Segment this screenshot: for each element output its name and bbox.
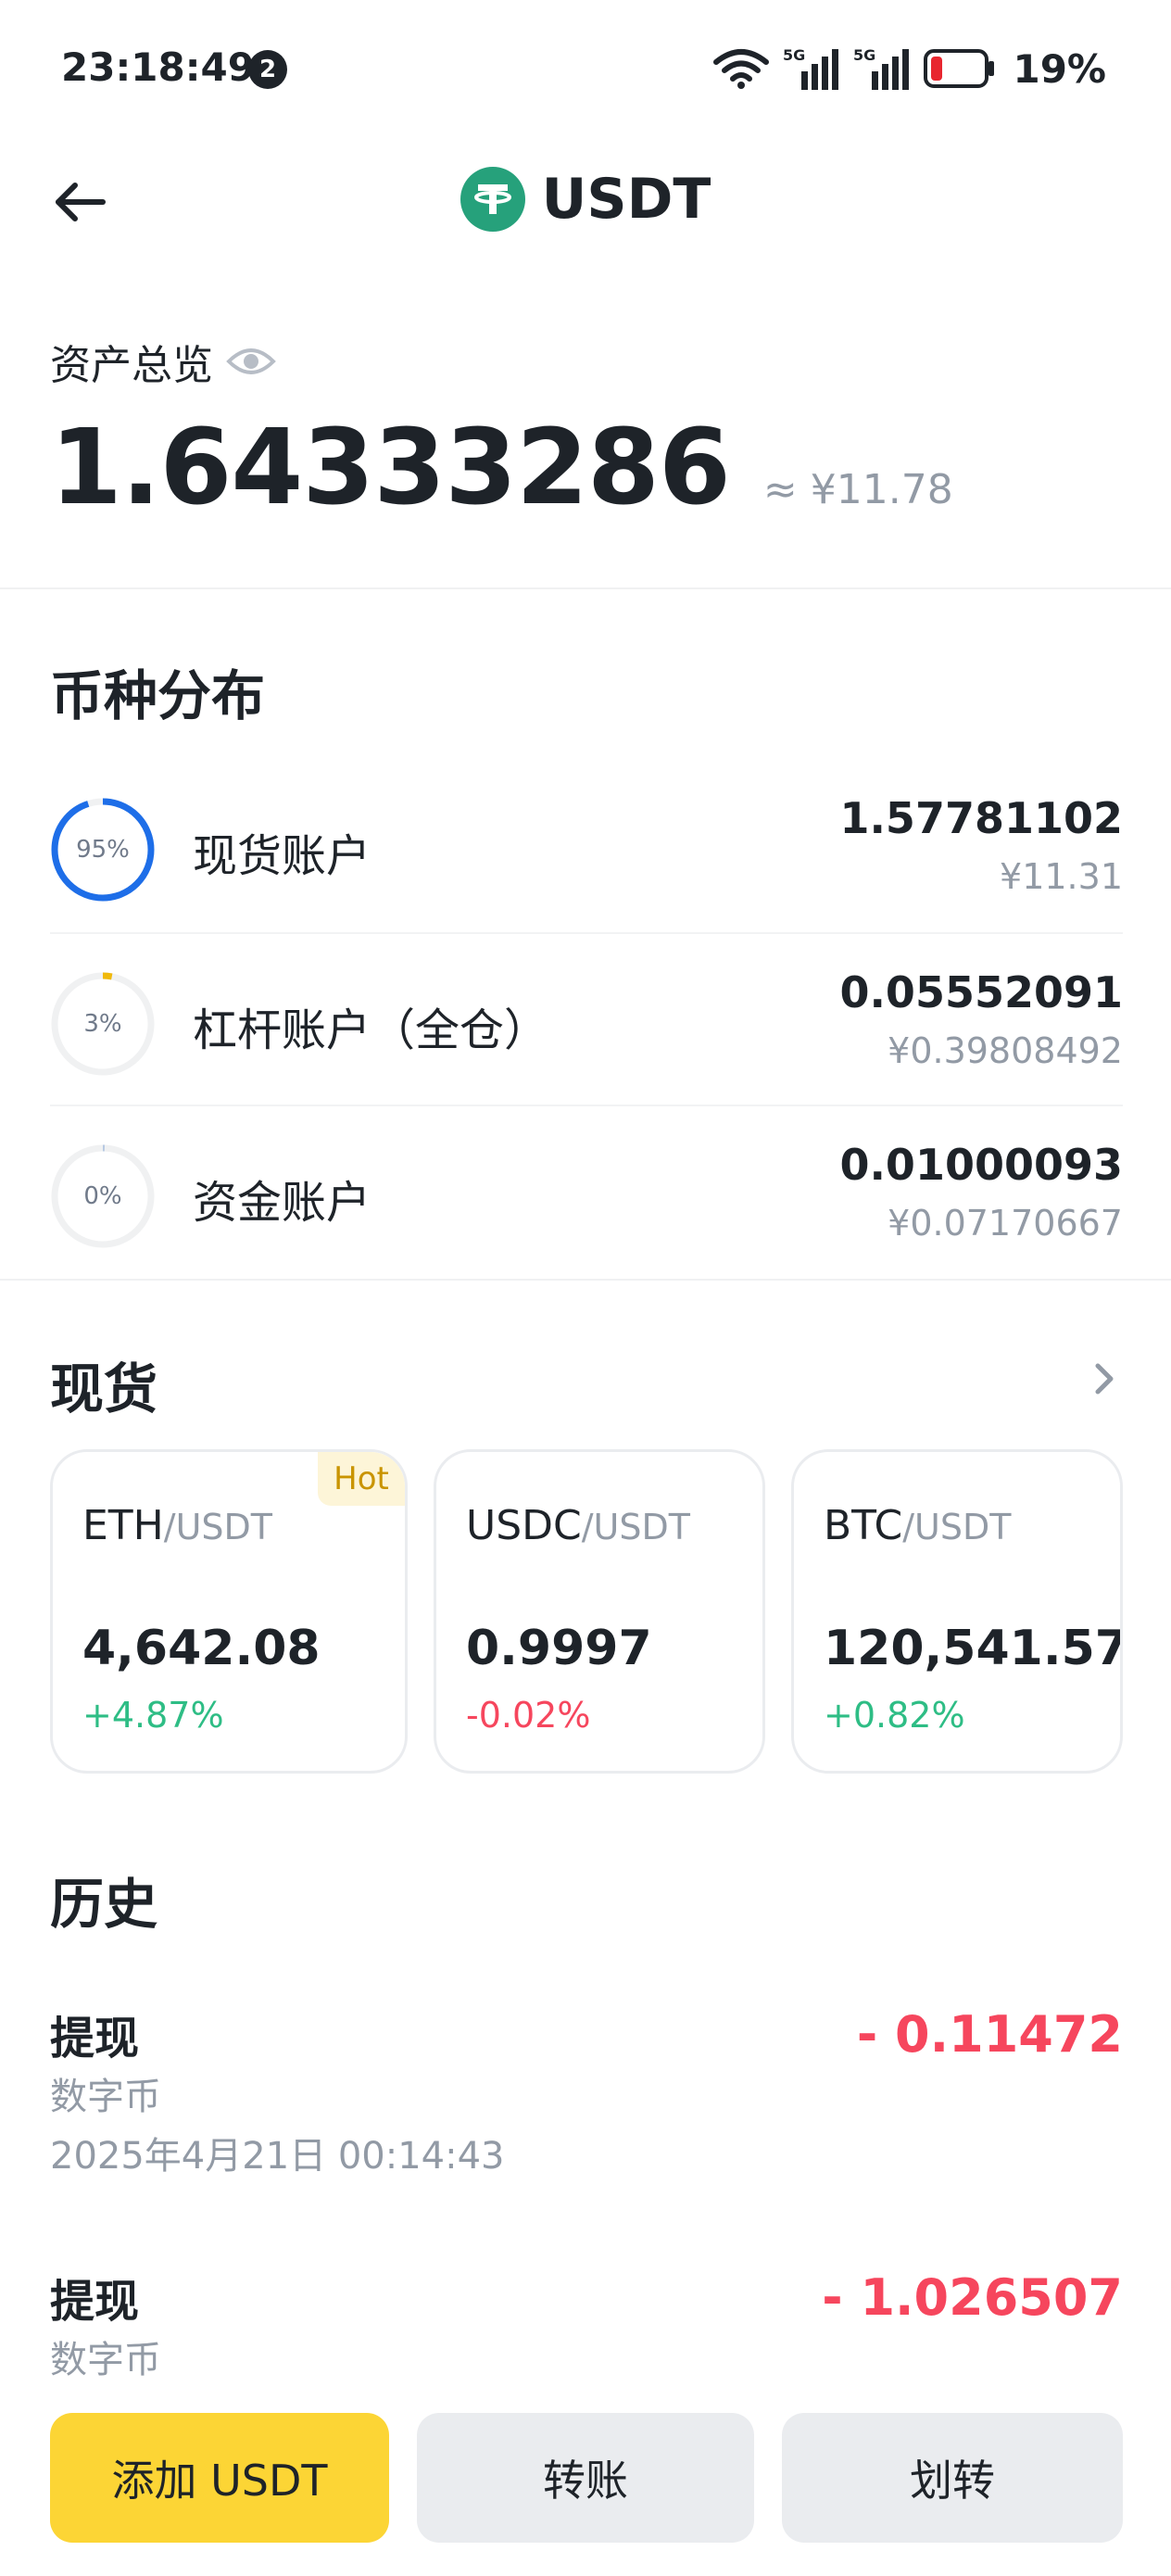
- bottom-action-bar: 添加 USDT 转账 划转: [0, 2381, 1171, 2576]
- network-label: 5G: [853, 46, 875, 64]
- distribution-row-spot[interactable]: 95% 现货账户 1.57781102 ¥11.31: [50, 756, 1123, 928]
- pair-base: BTC: [824, 1502, 903, 1549]
- total-balance-row: 1.64333286 ≈ ¥11.78: [50, 408, 953, 528]
- account-amount: 0.01000093: [839, 1140, 1123, 1190]
- title-group: USDT: [0, 167, 1171, 232]
- distribution-title: 币种分布: [50, 664, 266, 727]
- pair-base: ETH: [82, 1502, 164, 1549]
- cellular-signal-icon: 5G: [783, 46, 839, 90]
- pair-card-usdc[interactable]: USDC/USDT 0.9997 -0.02%: [434, 1449, 765, 1774]
- chevron-right-icon[interactable]: [1086, 1360, 1123, 1397]
- battery-icon: [924, 49, 995, 88]
- distribution-row-margin[interactable]: 3% 杠杆账户（全仓） 0.05552091 ¥0.39808492: [50, 930, 1123, 1103]
- pair-base: USDC: [466, 1502, 582, 1549]
- account-name: 现货账户: [193, 830, 371, 882]
- distribution-ring: 0%: [50, 1143, 156, 1249]
- status-icons: 5G 5G 19%: [712, 43, 1106, 95]
- history-item[interactable]: 提现 数字币 2025年4月21日 00:14:43 - 0.11472: [50, 2001, 1123, 2187]
- pair-quote: /USDT: [163, 1507, 272, 1547]
- pair-price: 4,642.08: [82, 1621, 321, 1676]
- pair-quote: /USDT: [581, 1507, 690, 1547]
- wifi-icon: [713, 49, 770, 89]
- account-name: 资金账户: [193, 1177, 371, 1229]
- pair-price: 120,541.57: [824, 1621, 1123, 1676]
- internal-transfer-button[interactable]: 划转: [782, 2413, 1123, 2543]
- pair-symbol: ETH/USDT: [82, 1502, 272, 1549]
- distribution-percent: 0%: [83, 1182, 122, 1210]
- add-usdt-button[interactable]: 添加 USDT: [50, 2413, 389, 2543]
- eye-icon[interactable]: [226, 343, 276, 380]
- history-type: 提现: [50, 2013, 140, 2065]
- pair-quote: /USDT: [902, 1507, 1012, 1547]
- account-fiat: ¥0.39808492: [888, 1030, 1123, 1071]
- cellular-signal-icon: 5G: [853, 46, 910, 90]
- history-item[interactable]: 提现 数字币 - 1.026507: [50, 2265, 1123, 2394]
- history-amount: - 1.026507: [822, 2268, 1123, 2327]
- pair-price: 0.9997: [466, 1621, 652, 1676]
- account-fiat: ¥0.07170667: [888, 1203, 1123, 1244]
- distribution-percent: 95%: [76, 836, 130, 864]
- tether-logo-icon: [460, 167, 525, 232]
- history-type: 提现: [50, 2276, 140, 2328]
- account-amount: 0.05552091: [839, 967, 1123, 1017]
- history-amount: - 0.11472: [856, 2005, 1123, 2064]
- account-amount: 1.57781102: [839, 793, 1123, 843]
- distribution-ring: 95%: [50, 797, 156, 903]
- hot-badge: Hot: [318, 1452, 405, 1506]
- history-subtype: 数字币: [50, 2076, 161, 2118]
- network-label: 5G: [783, 46, 805, 64]
- transfer-button[interactable]: 转账: [417, 2413, 754, 2543]
- status-time: 23:18:49: [61, 44, 255, 90]
- overview-label: 资产总览: [50, 342, 213, 389]
- spot-title: 现货: [50, 1357, 158, 1421]
- notification-badge: 2: [248, 50, 287, 89]
- total-balance-fiat: ≈ ¥11.78: [762, 466, 953, 513]
- pair-change: +0.82%: [824, 1695, 965, 1736]
- distribution-row-funding[interactable]: 0% 资金账户 0.01000093 ¥0.07170667: [50, 1103, 1123, 1275]
- status-bar: 23:18:49 2 5G 5G 19%: [0, 0, 1171, 139]
- section-divider: [0, 587, 1171, 589]
- overview-label-row: 资产总览: [50, 332, 276, 391]
- header: USDT: [0, 148, 1171, 259]
- pair-card-btc[interactable]: BTC/USDT 120,541.57 +0.82%: [791, 1449, 1123, 1774]
- page-title: USDT: [541, 167, 711, 232]
- pair-card-eth[interactable]: Hot ETH/USDT 4,642.08 +4.87%: [50, 1449, 408, 1774]
- account-fiat: ¥11.31: [1000, 856, 1123, 897]
- battery-percentage: 19%: [1013, 45, 1106, 92]
- history-title: 历史: [50, 1873, 158, 1936]
- total-balance: 1.64333286: [50, 408, 731, 528]
- section-divider: [0, 1279, 1171, 1281]
- distribution-ring: 3%: [50, 971, 156, 1077]
- distribution-percent: 3%: [83, 1010, 122, 1038]
- account-name: 杠杆账户（全仓）: [193, 1004, 549, 1056]
- pair-change: +4.87%: [82, 1695, 224, 1736]
- history-subtype: 数字币: [50, 2339, 161, 2381]
- pair-symbol: BTC/USDT: [824, 1502, 1011, 1549]
- pair-change: -0.02%: [466, 1695, 591, 1736]
- history-time: 2025年4月21日 00:14:43: [50, 2135, 505, 2178]
- pair-symbol: USDC/USDT: [466, 1502, 690, 1549]
